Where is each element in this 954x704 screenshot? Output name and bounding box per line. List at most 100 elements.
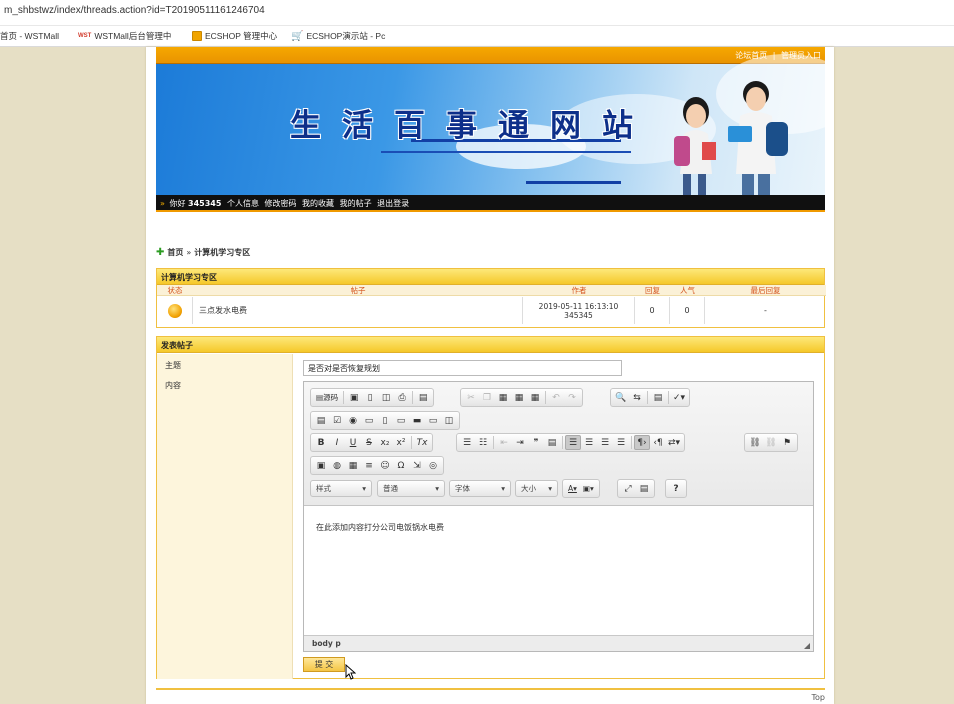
anchor-icon[interactable]: ⚑ bbox=[779, 435, 795, 450]
copy-icon[interactable]: ❐ bbox=[479, 390, 495, 405]
page-container: 论坛首页 | 管理员入口 bbox=[146, 47, 834, 704]
radio-icon[interactable]: ◉ bbox=[345, 413, 361, 428]
align-justify-icon[interactable]: ☰ bbox=[613, 435, 629, 450]
underline-icon[interactable]: U bbox=[345, 435, 361, 450]
my-posts-link[interactable]: 我的帖子 bbox=[340, 199, 372, 208]
undo-icon[interactable]: ↶ bbox=[548, 390, 564, 405]
bookmark-ecshop-admin[interactable]: ECSHOP 管理中心 bbox=[192, 30, 277, 42]
paste-word-icon[interactable]: ▦ bbox=[527, 390, 543, 405]
text-color-icon[interactable]: A▾ bbox=[565, 481, 580, 496]
submit-button[interactable]: 提 交 bbox=[303, 657, 345, 672]
greeting-text: 你好 bbox=[169, 199, 186, 208]
find-icon[interactable]: 🔍 bbox=[613, 390, 629, 405]
iframe-icon[interactable]: ◎ bbox=[425, 458, 441, 473]
redo-icon[interactable]: ↷ bbox=[564, 390, 580, 405]
smiley-icon[interactable]: ☺ bbox=[377, 458, 393, 473]
font-dropdown[interactable]: 字体 ▾ bbox=[449, 480, 511, 497]
subject-label: 主题 bbox=[165, 361, 181, 370]
replace-icon[interactable]: ⇆ bbox=[629, 390, 645, 405]
select-icon[interactable]: ▭ bbox=[393, 413, 409, 428]
textfield-icon[interactable]: ▭ bbox=[361, 413, 377, 428]
paste-text-icon[interactable]: ▦ bbox=[511, 390, 527, 405]
checkbox-icon[interactable]: ☑ bbox=[329, 413, 345, 428]
bookmark-label: ECSHOP 管理中心 bbox=[205, 31, 278, 41]
textarea-icon[interactable]: ▯ bbox=[377, 413, 393, 428]
select-all-icon[interactable]: ▤ bbox=[650, 390, 666, 405]
source-button[interactable]: ▤ 源码 bbox=[313, 390, 341, 405]
page-break-icon[interactable]: ⇲ bbox=[409, 458, 425, 473]
align-left-icon[interactable]: ☰ bbox=[565, 435, 581, 450]
superscript-icon[interactable]: x² bbox=[393, 435, 409, 450]
size-dropdown[interactable]: 大小 ▾ bbox=[515, 480, 558, 497]
top-strip: 论坛首页 | 管理员入口 bbox=[156, 47, 825, 64]
button-icon[interactable]: ▬ bbox=[409, 413, 425, 428]
bold-icon[interactable]: B bbox=[313, 435, 329, 450]
image-icon[interactable]: ▣ bbox=[313, 458, 329, 473]
styles-dropdown[interactable]: 样式 ▾ bbox=[310, 480, 372, 497]
strike-icon[interactable]: S bbox=[361, 435, 377, 450]
flash-icon[interactable]: ◍ bbox=[329, 458, 345, 473]
blockquote-icon[interactable]: ❞ bbox=[528, 435, 544, 450]
toolbar-group-links: ⛓ ⛓ ⚑ bbox=[744, 433, 798, 452]
bookmark-ecshop-demo[interactable]: 🛒 ECSHOP演示站 - Pc bbox=[291, 30, 385, 42]
image-button-icon[interactable]: ▭ bbox=[425, 413, 441, 428]
unlink-icon[interactable]: ⛓ bbox=[763, 435, 779, 450]
language-icon[interactable]: ⇄▾ bbox=[666, 435, 682, 450]
back-to-top-link[interactable]: Top bbox=[812, 693, 826, 702]
rtl-icon[interactable]: ‹¶ bbox=[650, 435, 666, 450]
my-favorites-link[interactable]: 我的收藏 bbox=[302, 199, 334, 208]
url-text: m_shbstwz/index/threads.action?id=T20190… bbox=[4, 5, 265, 16]
post-form: 发表帖子 主题 内容 ▤ 源码 ▣ ▯ ◫ ⎙ ▤ ✂ ❐ bbox=[156, 336, 825, 680]
banner-image: 生活百事通网站 bbox=[156, 54, 825, 198]
show-blocks-icon[interactable]: ▤ bbox=[636, 481, 652, 496]
logout-link[interactable]: 退出登录 bbox=[377, 199, 409, 208]
thread-date: 2019-05-11 16:13:10 bbox=[538, 301, 619, 311]
special-char-icon[interactable]: Ω bbox=[393, 458, 409, 473]
outdent-icon[interactable]: ⇤ bbox=[496, 435, 512, 450]
subscript-icon[interactable]: x₂ bbox=[377, 435, 393, 450]
breadcrumb-home[interactable]: 首页 bbox=[167, 247, 183, 258]
align-right-icon[interactable]: ☰ bbox=[597, 435, 613, 450]
numbered-list-icon[interactable]: ☰ bbox=[459, 435, 475, 450]
subject-input[interactable] bbox=[303, 360, 622, 376]
horizontal-rule-icon[interactable]: ≡ bbox=[361, 458, 377, 473]
templates-icon[interactable]: ▤ bbox=[415, 390, 431, 405]
div-icon[interactable]: ▤ bbox=[544, 435, 560, 450]
bookmark-wstmall-home[interactable]: 首页 - WSTMall bbox=[0, 30, 59, 42]
print-icon[interactable]: ⎙ bbox=[394, 390, 410, 405]
paste-icon[interactable]: ▦ bbox=[495, 390, 511, 405]
resize-handle-icon[interactable] bbox=[804, 643, 810, 649]
thread-status-icon bbox=[167, 303, 182, 318]
bg-color-icon[interactable]: ▣▾ bbox=[580, 481, 597, 496]
chevron-down-icon: ▾ bbox=[435, 484, 439, 493]
cut-icon[interactable]: ✂ bbox=[463, 390, 479, 405]
about-icon[interactable]: ? bbox=[668, 481, 684, 496]
change-password-link[interactable]: 修改密码 bbox=[265, 199, 297, 208]
align-center-icon[interactable]: ☰ bbox=[581, 435, 597, 450]
indent-icon[interactable]: ⇥ bbox=[512, 435, 528, 450]
table-icon[interactable]: ▦ bbox=[345, 458, 361, 473]
link-icon[interactable]: ⛓ bbox=[747, 435, 763, 450]
address-bar[interactable]: m_shbstwz/index/threads.action?id=T20190… bbox=[0, 0, 954, 26]
italic-icon[interactable]: I bbox=[329, 435, 345, 450]
save-icon[interactable]: ▣ bbox=[346, 390, 362, 405]
rich-text-editor[interactable]: ▤ 源码 ▣ ▯ ◫ ⎙ ▤ ✂ ❐ ▦ ▦ ▦ ↶ ↷ 🔍 ⇆ ▤ ✓▾ ▤ … bbox=[303, 381, 814, 652]
spellcheck-icon[interactable]: ✓▾ bbox=[671, 390, 687, 405]
bulleted-list-icon[interactable]: ☷ bbox=[475, 435, 491, 450]
editor-content[interactable]: 在此添加内容打分公司电饭锅水电费 bbox=[316, 522, 444, 533]
maximize-icon[interactable]: ⤢ bbox=[620, 481, 636, 496]
remove-format-icon[interactable]: Tx bbox=[414, 435, 430, 450]
toolbar-group-clipboard: ✂ ❐ ▦ ▦ ▦ ↶ ↷ bbox=[460, 388, 583, 407]
hidden-field-icon[interactable]: ◫ bbox=[441, 413, 457, 428]
ltr-icon[interactable]: ¶› bbox=[634, 435, 650, 450]
form-icon[interactable]: ▤ bbox=[313, 413, 329, 428]
profile-link[interactable]: 个人信息 bbox=[227, 199, 259, 208]
thread-title-link[interactable]: 三点发水电费 bbox=[199, 305, 247, 316]
preview-icon[interactable]: ◫ bbox=[378, 390, 394, 405]
new-page-icon[interactable]: ▯ bbox=[362, 390, 378, 405]
breadcrumb-current[interactable]: 计算机学习专区 bbox=[194, 247, 250, 258]
format-dropdown[interactable]: 普通 ▾ bbox=[377, 480, 445, 497]
size-dropdown-label: 大小 bbox=[521, 484, 536, 493]
styles-dropdown-label: 样式 bbox=[316, 484, 331, 493]
bookmark-wstmall-admin[interactable]: WST WSTMall后台管理中 bbox=[78, 30, 171, 42]
